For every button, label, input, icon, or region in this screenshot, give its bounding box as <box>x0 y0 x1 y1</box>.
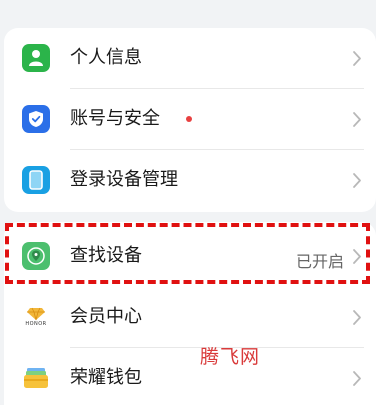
chevron-right-icon <box>353 51 361 66</box>
settings-row-honor-wallet[interactable]: 荣耀钱包 <box>4 348 376 405</box>
shield-check-icon <box>22 105 50 133</box>
honor-diamond-icon: HONOR <box>22 303 50 331</box>
settings-row-login-devices[interactable]: 登录设备管理 <box>4 150 376 211</box>
status-text: 已开启 <box>295 252 344 271</box>
settings-row-find-device[interactable]: 查找设备 已开启 <box>4 226 376 287</box>
location-pin-icon <box>22 242 50 270</box>
account-settings-card: 个人信息 账号与安全 登录设备管理 <box>4 28 376 212</box>
watermark-text: 腾飞网 <box>200 346 261 368</box>
row-label: 荣耀钱包 <box>70 367 142 388</box>
chevron-right-icon <box>353 371 361 386</box>
row-label: 查找设备 <box>70 245 142 266</box>
chevron-right-icon <box>353 112 361 127</box>
person-icon <box>22 44 50 72</box>
settings-row-member-center[interactable]: HONOR 会员中心 <box>4 287 376 348</box>
services-card: 查找设备 已开启 HONOR 会员中心 荣耀钱包 <box>4 222 376 405</box>
row-label: 账号与安全 <box>70 108 160 129</box>
chevron-right-icon <box>353 310 361 325</box>
row-label: 登录设备管理 <box>70 169 178 190</box>
honor-caption: HONOR <box>25 321 47 327</box>
chevron-right-icon <box>353 249 361 264</box>
notification-dot <box>186 116 192 122</box>
row-label: 个人信息 <box>70 47 142 68</box>
phone-icon <box>22 166 50 194</box>
wallet-icon <box>22 364 50 392</box>
row-label: 会员中心 <box>70 306 142 327</box>
settings-row-personal-info[interactable]: 个人信息 <box>4 28 376 89</box>
settings-row-account-security[interactable]: 账号与安全 <box>4 89 376 150</box>
chevron-right-icon <box>353 173 361 188</box>
